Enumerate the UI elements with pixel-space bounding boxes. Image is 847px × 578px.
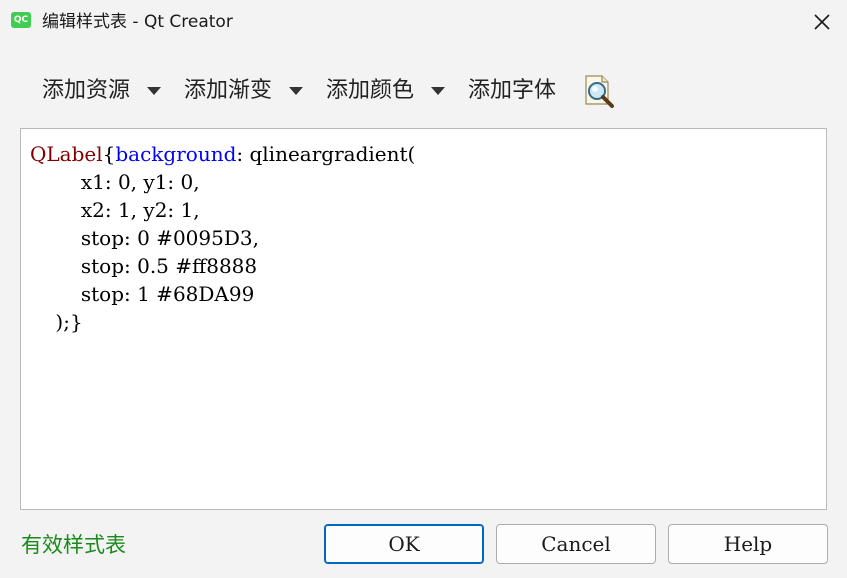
- code-token-prop: background: [115, 142, 237, 166]
- add-gradient-label: 添加渐变: [184, 78, 273, 103]
- title-bar: QC 编辑样式表 - Qt Creator: [0, 0, 847, 44]
- stylesheet-dialog: QC 编辑样式表 - Qt Creator 添加资源 添加渐变 添加颜色 添加字…: [0, 0, 847, 578]
- triangle-down-icon: [431, 87, 446, 95]
- add-color-dropdown[interactable]: [428, 68, 448, 114]
- code-token-sel: QLabel: [30, 142, 103, 166]
- help-button[interactable]: Help: [668, 524, 828, 564]
- window-title: 编辑样式表 - Qt Creator: [42, 12, 233, 32]
- code-line: );}: [30, 308, 826, 336]
- triangle-down-icon: [289, 87, 304, 95]
- code-token-plain: {: [102, 142, 116, 166]
- triangle-down-icon: [147, 87, 162, 95]
- code-token-plain: stop: 0.5 #ff8888: [30, 254, 258, 278]
- code-line: x2: 1, y2: 1,: [30, 196, 826, 224]
- add-color-label: 添加颜色: [326, 78, 415, 103]
- close-icon: [814, 14, 830, 30]
- add-font-label: 添加字体: [468, 78, 557, 103]
- code-line: stop: 0.5 #ff8888: [30, 252, 826, 280]
- add-resource-label: 添加资源: [42, 78, 131, 103]
- close-button[interactable]: [805, 6, 839, 38]
- magnifier-page-icon: [585, 75, 615, 108]
- add-color-button[interactable]: 添加颜色: [312, 68, 428, 114]
- code-line: stop: 1 #68DA99: [30, 280, 826, 308]
- cancel-button[interactable]: Cancel: [496, 524, 656, 564]
- add-gradient-dropdown[interactable]: [286, 68, 306, 114]
- add-font-button[interactable]: 添加字体: [454, 68, 570, 114]
- code-token-plain: stop: 0 #0095D3,: [30, 226, 259, 250]
- stylesheet-editor[interactable]: QLabel{background: qlineargradient( x1: …: [20, 128, 827, 510]
- code-token-plain: stop: 1 #68DA99: [30, 282, 255, 306]
- code-token-plain: );}: [30, 310, 83, 334]
- toolbar: 添加资源 添加渐变 添加颜色 添加字体: [28, 68, 618, 114]
- code-line: QLabel{background: qlineargradient(: [30, 140, 826, 168]
- qt-creator-app-icon: QC: [11, 12, 31, 28]
- code-line: x1: 0, y1: 0,: [30, 168, 826, 196]
- code-line: stop: 0 #0095D3,: [30, 224, 826, 252]
- add-resource-button[interactable]: 添加资源: [28, 68, 144, 114]
- find-in-stylesheet-button[interactable]: [580, 72, 618, 110]
- validity-status: 有效样式表: [21, 533, 126, 557]
- add-gradient-button[interactable]: 添加渐变: [170, 68, 286, 114]
- add-resource-dropdown[interactable]: [144, 68, 164, 114]
- code-token-plain: : qlineargradient(: [236, 142, 416, 166]
- code-token-plain: x1: 0, y1: 0,: [30, 170, 200, 194]
- ok-button[interactable]: OK: [324, 524, 484, 564]
- code-token-plain: x2: 1, y2: 1,: [30, 198, 200, 222]
